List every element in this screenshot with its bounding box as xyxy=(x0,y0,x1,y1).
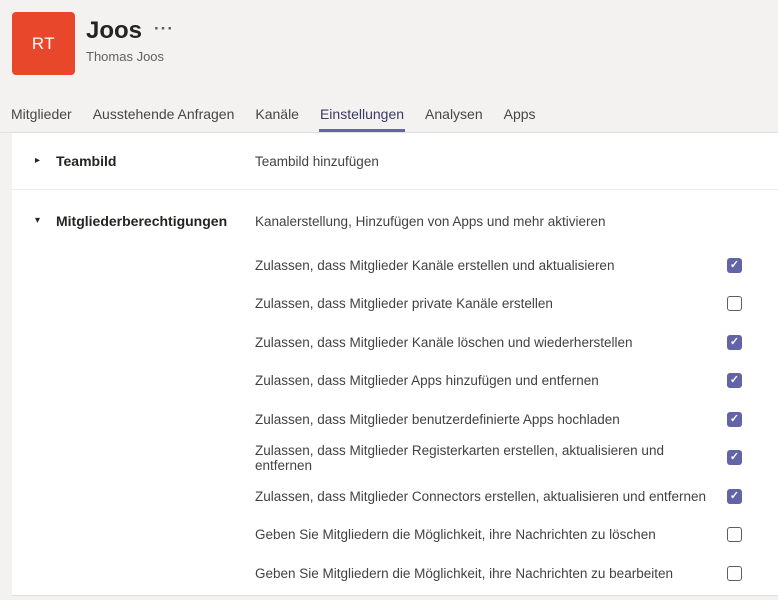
permission-label: Zulassen, dass Mitglieder private Kanäle… xyxy=(255,296,553,312)
permission-row: Zulassen, dass Mitglieder Kanäle löschen… xyxy=(255,323,742,362)
permission-checkbox[interactable]: ✓ xyxy=(727,488,742,504)
permission-row: Geben Sie Mitgliedern die Möglichkeit, i… xyxy=(255,516,742,555)
team-avatar[interactable]: RT xyxy=(12,12,75,75)
permission-checkbox[interactable]: ✓ xyxy=(727,373,742,389)
title-block: Joos ··· Thomas Joos xyxy=(86,17,174,64)
chevron-right-icon[interactable]: ▸ xyxy=(35,156,45,166)
check-icon: ✓ xyxy=(729,451,740,464)
section-teambild[interactable]: ▸ Teambild Teambild hinzufügen xyxy=(12,133,778,190)
owner-name: Thomas Joos xyxy=(86,49,165,64)
permission-checkbox[interactable]: ✓ xyxy=(727,411,742,427)
permission-row: Zulassen, dass Mitglieder private Kanäle… xyxy=(255,285,742,324)
permission-row: Geben Sie Mitgliedern die Möglichkeit, i… xyxy=(255,554,742,593)
check-icon: ✓ xyxy=(729,258,740,271)
tab-mitglieder[interactable]: Mitglieder xyxy=(10,100,73,132)
section-description: Kanalerstellung, Hinzufügen von Apps und… xyxy=(255,213,606,229)
permission-label: Zulassen, dass Mitglieder Kanäle löschen… xyxy=(255,334,633,350)
permission-checkbox[interactable] xyxy=(727,527,742,543)
permission-row: Zulassen, dass Mitglieder Connectors ers… xyxy=(255,477,742,516)
permission-label: Zulassen, dass Mitglieder benutzerdefini… xyxy=(255,411,620,427)
tab-analysen[interactable]: Analysen xyxy=(424,100,484,132)
section-label: Teambild xyxy=(56,153,117,169)
permission-checkbox[interactable]: ✓ xyxy=(727,450,742,466)
permission-label: Zulassen, dass Mitglieder Connectors ers… xyxy=(255,488,706,504)
permission-list: Zulassen, dass Mitglieder Kanäle erstell… xyxy=(255,246,742,595)
check-icon: ✓ xyxy=(729,489,740,502)
team-name: Joos xyxy=(86,17,143,44)
permission-checkbox[interactable]: ✓ xyxy=(727,257,742,273)
permission-row: Zulassen, dass Mitglieder Registerkarten… xyxy=(255,439,742,478)
permission-row: Zulassen, dass Mitglieder Kanäle erstell… xyxy=(255,246,742,285)
permission-label: Zulassen, dass Mitglieder Apps hinzufüge… xyxy=(255,373,599,389)
more-options-icon[interactable]: ··· xyxy=(154,20,174,37)
team-header: RT Joos ··· Thomas Joos Mitglieder Ausste… xyxy=(0,0,778,133)
permission-row: Zulassen, dass Mitglieder benutzerdefini… xyxy=(255,400,742,439)
tab-bar: Mitglieder Ausstehende Anfragen Kanäle Eins… xyxy=(10,100,537,132)
check-icon: ✓ xyxy=(729,374,740,387)
tab-einstellungen[interactable]: Einstellungen xyxy=(318,100,406,132)
permission-checkbox[interactable] xyxy=(727,296,742,312)
permission-row: Zulassen, dass Mitglieder Apps hinzufüge… xyxy=(255,362,742,401)
permission-checkbox[interactable] xyxy=(727,565,742,581)
settings-panel: ▸ Teambild Teambild hinzufügen ▾ Mitglie… xyxy=(12,133,778,596)
permission-label: Geben Sie Mitgliedern die Möglichkeit, i… xyxy=(255,527,656,543)
permission-label: Geben Sie Mitgliedern die Möglichkeit, i… xyxy=(255,565,673,581)
section-label: Mitgliederberechtigungen xyxy=(56,213,228,229)
permission-checkbox[interactable]: ✓ xyxy=(727,334,742,350)
tab-ausstehende-anfragen[interactable]: Ausstehende Anfragen xyxy=(92,100,236,132)
section-description: Teambild hinzufügen xyxy=(255,153,379,169)
permission-label: Zulassen, dass Mitglieder Kanäle erstell… xyxy=(255,257,615,273)
tab-apps[interactable]: Apps xyxy=(503,100,537,132)
section-mitgliederberechtigungen: ▾ Mitgliederberechtigungen Kanalerstellu… xyxy=(12,190,778,595)
check-icon: ✓ xyxy=(729,335,740,348)
section-header-row[interactable]: ▾ Mitgliederberechtigungen Kanalerstellu… xyxy=(12,206,778,236)
avatar-initials: RT xyxy=(31,33,56,53)
permission-label: Zulassen, dass Mitglieder Registerkarten… xyxy=(255,442,664,473)
tab-kan-le[interactable]: Kanäle xyxy=(254,100,300,132)
check-icon: ✓ xyxy=(729,412,740,425)
chevron-down-icon[interactable]: ▾ xyxy=(35,216,45,226)
